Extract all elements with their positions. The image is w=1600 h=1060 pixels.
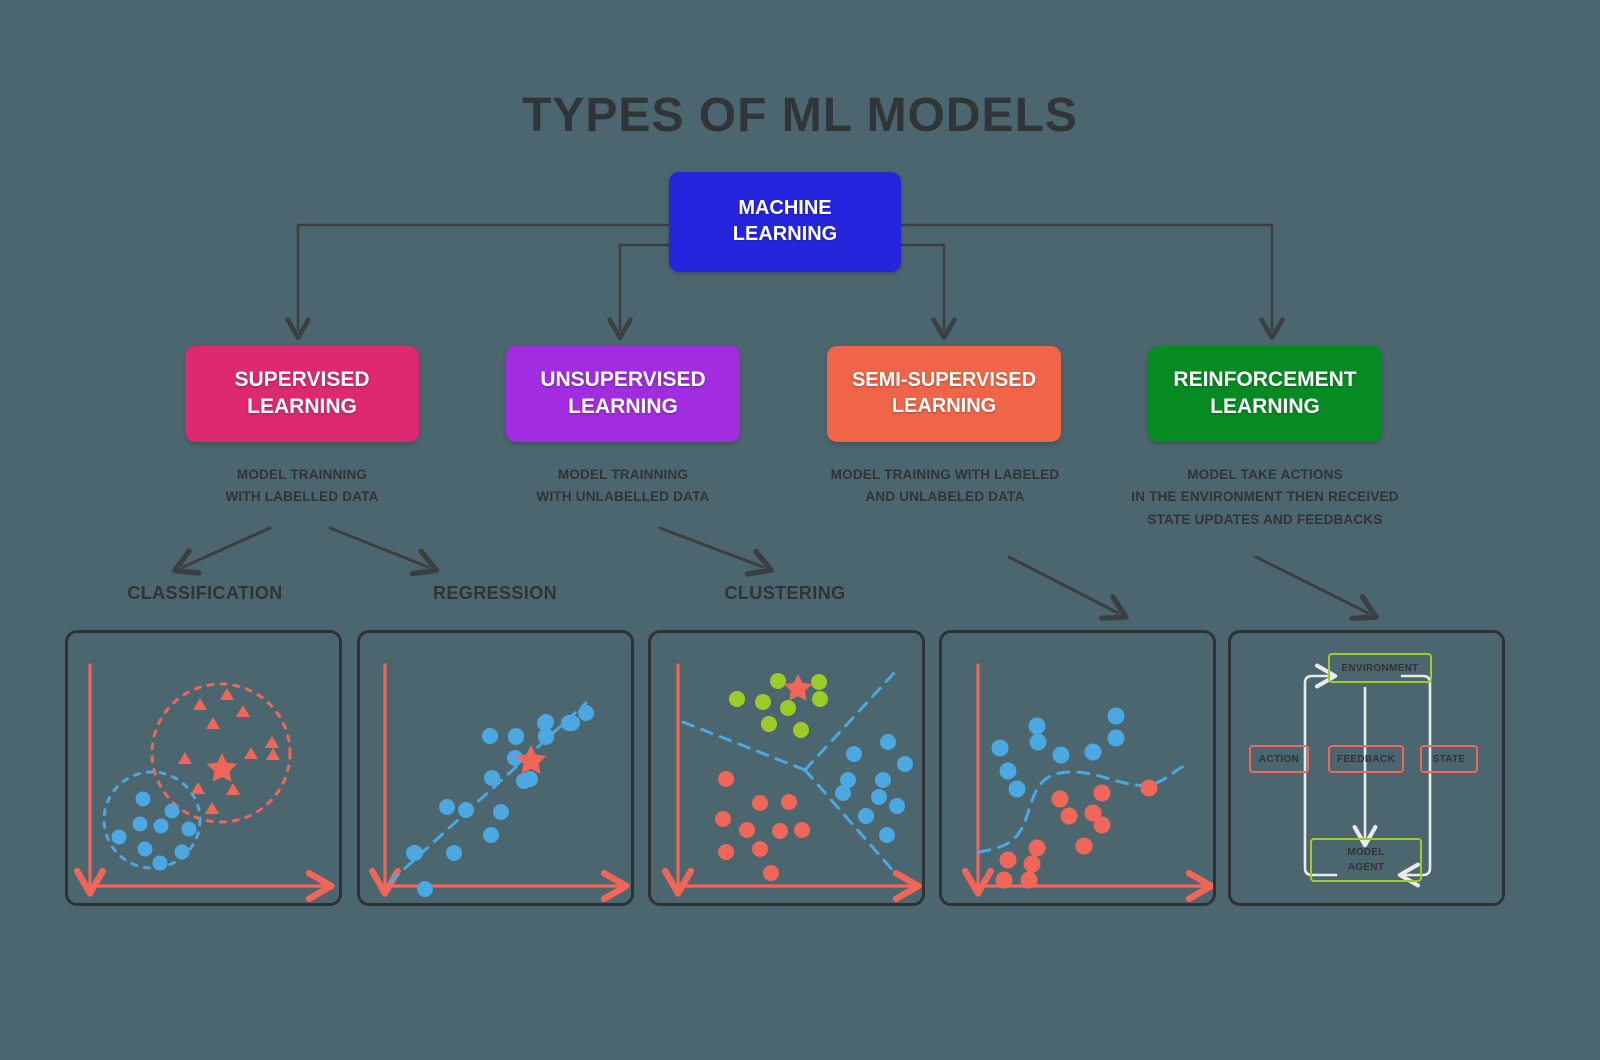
node-label-line1: MACHINE bbox=[738, 197, 832, 220]
rl-node-model-agent[interactable]: MODEL AGENT bbox=[1310, 838, 1422, 882]
page-title: TYPES OF ML MODELS bbox=[522, 89, 1078, 142]
rl-node-label-line2: AGENT bbox=[1347, 862, 1385, 873]
panel-classification bbox=[65, 630, 342, 906]
sublabel-classification: CLASSIFICATION bbox=[127, 583, 283, 603]
sublabel-clustering: CLUSTERING bbox=[724, 583, 846, 603]
node-label: MACHINE LEARNING bbox=[733, 196, 837, 247]
node-label: SEMI-SUPERVISED LEARNING bbox=[852, 368, 1036, 419]
description-unsupervised: MODEL TRAINNING WITH UNLABELLED DATA bbox=[481, 464, 765, 509]
node-label-line2: LEARNING bbox=[568, 395, 678, 418]
node-label: REINFORCEMENT LEARNING bbox=[1173, 367, 1356, 421]
rl-node-state[interactable]: STATE bbox=[1420, 745, 1478, 773]
description-line: WITH UNLABELLED DATA bbox=[536, 489, 710, 505]
rl-node-feedback[interactable]: FEEDBACK bbox=[1328, 745, 1404, 773]
arrow-to-classification bbox=[172, 526, 272, 576]
node-label: SUPERVISED LEARNING bbox=[235, 367, 370, 421]
sublabel-regression: REGRESSION bbox=[432, 583, 558, 603]
description-semi-supervised: MODEL TRAINING WITH LABELED AND UNLABELE… bbox=[790, 464, 1100, 509]
node-unsupervised-learning[interactable]: UNSUPERVISED LEARNING bbox=[506, 346, 740, 442]
node-label-line2: LEARNING bbox=[247, 395, 357, 418]
rl-node-action[interactable]: ACTION bbox=[1249, 745, 1309, 773]
connector-to-unsupervised bbox=[607, 243, 671, 341]
description-line: MODEL TRAINNING bbox=[557, 467, 689, 482]
description-line: WITH LABELLED DATA bbox=[225, 489, 379, 505]
description-line: AND UNLABELED DATA bbox=[865, 489, 1025, 505]
node-machine-learning[interactable]: MACHINE LEARNING bbox=[669, 172, 901, 272]
node-label-line2: LEARNING bbox=[732, 223, 838, 245]
node-label-line1: SUPERVISED bbox=[234, 368, 370, 392]
panel-clustering bbox=[648, 630, 925, 906]
connector-to-supervised bbox=[285, 223, 671, 341]
diagram-canvas: TYPES OF ML MODELS MACHINE LEARNING SUPE… bbox=[0, 0, 1600, 1060]
node-label-line1: REINFORCEMENT bbox=[1173, 368, 1357, 392]
arrow-to-clustering bbox=[658, 526, 775, 577]
rl-node-label-line1: MODEL bbox=[1347, 847, 1385, 858]
node-label-line2: LEARNING bbox=[891, 395, 997, 417]
panel-semi-supervised bbox=[939, 630, 1216, 906]
node-supervised-learning[interactable]: SUPERVISED LEARNING bbox=[185, 346, 419, 442]
description-line: MODEL TRAINNING bbox=[236, 467, 368, 482]
description-line: MODEL TRAINING WITH LABELED bbox=[830, 467, 1060, 482]
description-line: IN THE ENVIRONMENT THEN RECEIVED bbox=[1131, 489, 1399, 505]
node-label-line1: UNSUPERVISED bbox=[540, 368, 706, 392]
arrow-to-semi-panel bbox=[1007, 555, 1129, 621]
node-label: UNSUPERVISED LEARNING bbox=[540, 367, 705, 421]
connector-to-semi-supervised bbox=[899, 243, 957, 341]
connector-to-reinforcement bbox=[899, 223, 1285, 341]
node-label-line1: SEMI-SUPERVISED bbox=[851, 369, 1037, 392]
rl-node-environment[interactable]: ENVIRONMENT bbox=[1328, 653, 1432, 683]
arrow-to-rl-panel bbox=[1254, 555, 1379, 622]
panel-regression bbox=[357, 630, 634, 906]
node-semi-supervised-learning[interactable]: SEMI-SUPERVISED LEARNING bbox=[827, 346, 1061, 442]
description-line: MODEL TAKE ACTIONS bbox=[1187, 467, 1343, 482]
description-supervised: MODEL TRAINNING WITH LABELLED DATA bbox=[160, 464, 444, 509]
arrow-to-regression bbox=[328, 526, 440, 577]
node-label-line2: LEARNING bbox=[1210, 395, 1320, 418]
description-reinforcement: MODEL TAKE ACTIONS IN THE ENVIRONMENT TH… bbox=[1120, 464, 1410, 531]
description-line: STATE UPDATES AND FEEDBACKS bbox=[1147, 511, 1383, 527]
node-reinforcement-learning[interactable]: REINFORCEMENT LEARNING bbox=[1148, 346, 1382, 442]
